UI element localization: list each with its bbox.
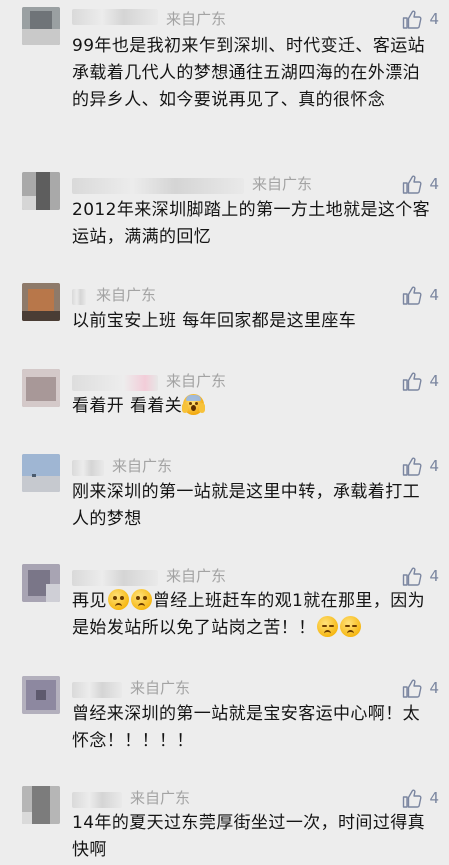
like-count: 4: [429, 457, 439, 475]
flushed-emoji: [107, 589, 129, 610]
like-count: 4: [429, 679, 439, 697]
like-button[interactable]: 4: [402, 172, 439, 196]
like-count: 4: [429, 286, 439, 304]
thumbs-up-icon: [402, 285, 422, 305]
avatar[interactable]: [22, 454, 60, 492]
comment-text: 刚来深圳的第一站就是这里中转，承载着打工人的梦想: [72, 482, 420, 529]
avatar[interactable]: [22, 283, 60, 321]
location-label: 来自广东: [130, 789, 191, 807]
thumbs-up-icon: [402, 9, 422, 29]
pensive-emoji: [339, 616, 361, 637]
like-count: 4: [429, 567, 439, 585]
avatar[interactable]: [22, 564, 60, 602]
nickname[interactable]: [72, 375, 158, 391]
like-count: 4: [429, 372, 439, 390]
like-button[interactable]: 4: [402, 369, 439, 393]
comment-text-container: 看着开 看着关: [72, 393, 434, 420]
thumbs-up-icon: [402, 456, 422, 476]
like-button[interactable]: 4: [402, 7, 439, 31]
comment-text: 以前宝安上班 每年回家都是这里座车: [72, 311, 357, 331]
thumbs-up-icon: [402, 174, 422, 194]
comment-text-container: 再见 曾经上班赶车的观1就在那里，因为是始发站所以免了站岗之苦！！: [72, 588, 434, 642]
like-button[interactable]: 4: [402, 676, 439, 700]
nickname[interactable]: [72, 9, 158, 25]
avatar[interactable]: [22, 786, 60, 824]
nickname[interactable]: [72, 682, 122, 698]
avatar[interactable]: [22, 676, 60, 714]
comment-text-part-a: 再见: [72, 591, 107, 611]
avatar[interactable]: [22, 172, 60, 210]
thumbs-up-icon: [402, 371, 422, 391]
comment-text: 曾经来深圳的第一站就是宝安客运中心啊！太怀念！！！！！: [72, 704, 420, 751]
nickname[interactable]: [72, 178, 244, 194]
like-button[interactable]: 4: [402, 564, 439, 588]
pensive-emoji: [316, 616, 338, 637]
nickname[interactable]: [72, 792, 122, 808]
thumbs-up-icon: [402, 566, 422, 586]
like-count: 4: [429, 175, 439, 193]
nickname[interactable]: [72, 570, 158, 586]
like-button[interactable]: 4: [402, 283, 439, 307]
comment-text: 14年的夏天过东莞厚街坐过一次，时间过得真快啊: [72, 813, 426, 860]
location-label: 来自广东: [112, 457, 173, 475]
location-label: 来自广东: [96, 286, 157, 304]
location-label: 来自广东: [130, 679, 191, 697]
like-count: 4: [429, 10, 439, 28]
comment-text: 99年也是我初来乍到深圳、时代变迁、客运站承载着几代人的梦想通往五湖四海的在外漂…: [72, 36, 426, 110]
location-label: 来自广东: [252, 175, 313, 193]
location-label: 来自广东: [166, 10, 227, 28]
comment-feed: 来自广东 4 99年也是我初来乍到深圳、时代变迁、客运站承载着几代人的梦想通往五…: [0, 0, 449, 865]
location-label: 来自广东: [166, 372, 227, 390]
comment-text: 2012年来深圳脚踏上的第一方土地就是这个客运站，满满的回忆: [72, 200, 431, 247]
nickname[interactable]: [72, 460, 104, 476]
nickname[interactable]: [72, 289, 86, 305]
scream-emoji: [182, 394, 206, 415]
location-label: 来自广东: [166, 567, 227, 585]
like-button[interactable]: 4: [402, 786, 439, 810]
avatar[interactable]: [22, 7, 60, 45]
thumbs-up-icon: [402, 788, 422, 808]
avatar[interactable]: [22, 369, 60, 407]
thumbs-up-icon: [402, 678, 422, 698]
like-button[interactable]: 4: [402, 454, 439, 478]
flushed-emoji: [130, 589, 152, 610]
like-count: 4: [429, 789, 439, 807]
comment-text: 看着开 看着关: [72, 396, 183, 416]
